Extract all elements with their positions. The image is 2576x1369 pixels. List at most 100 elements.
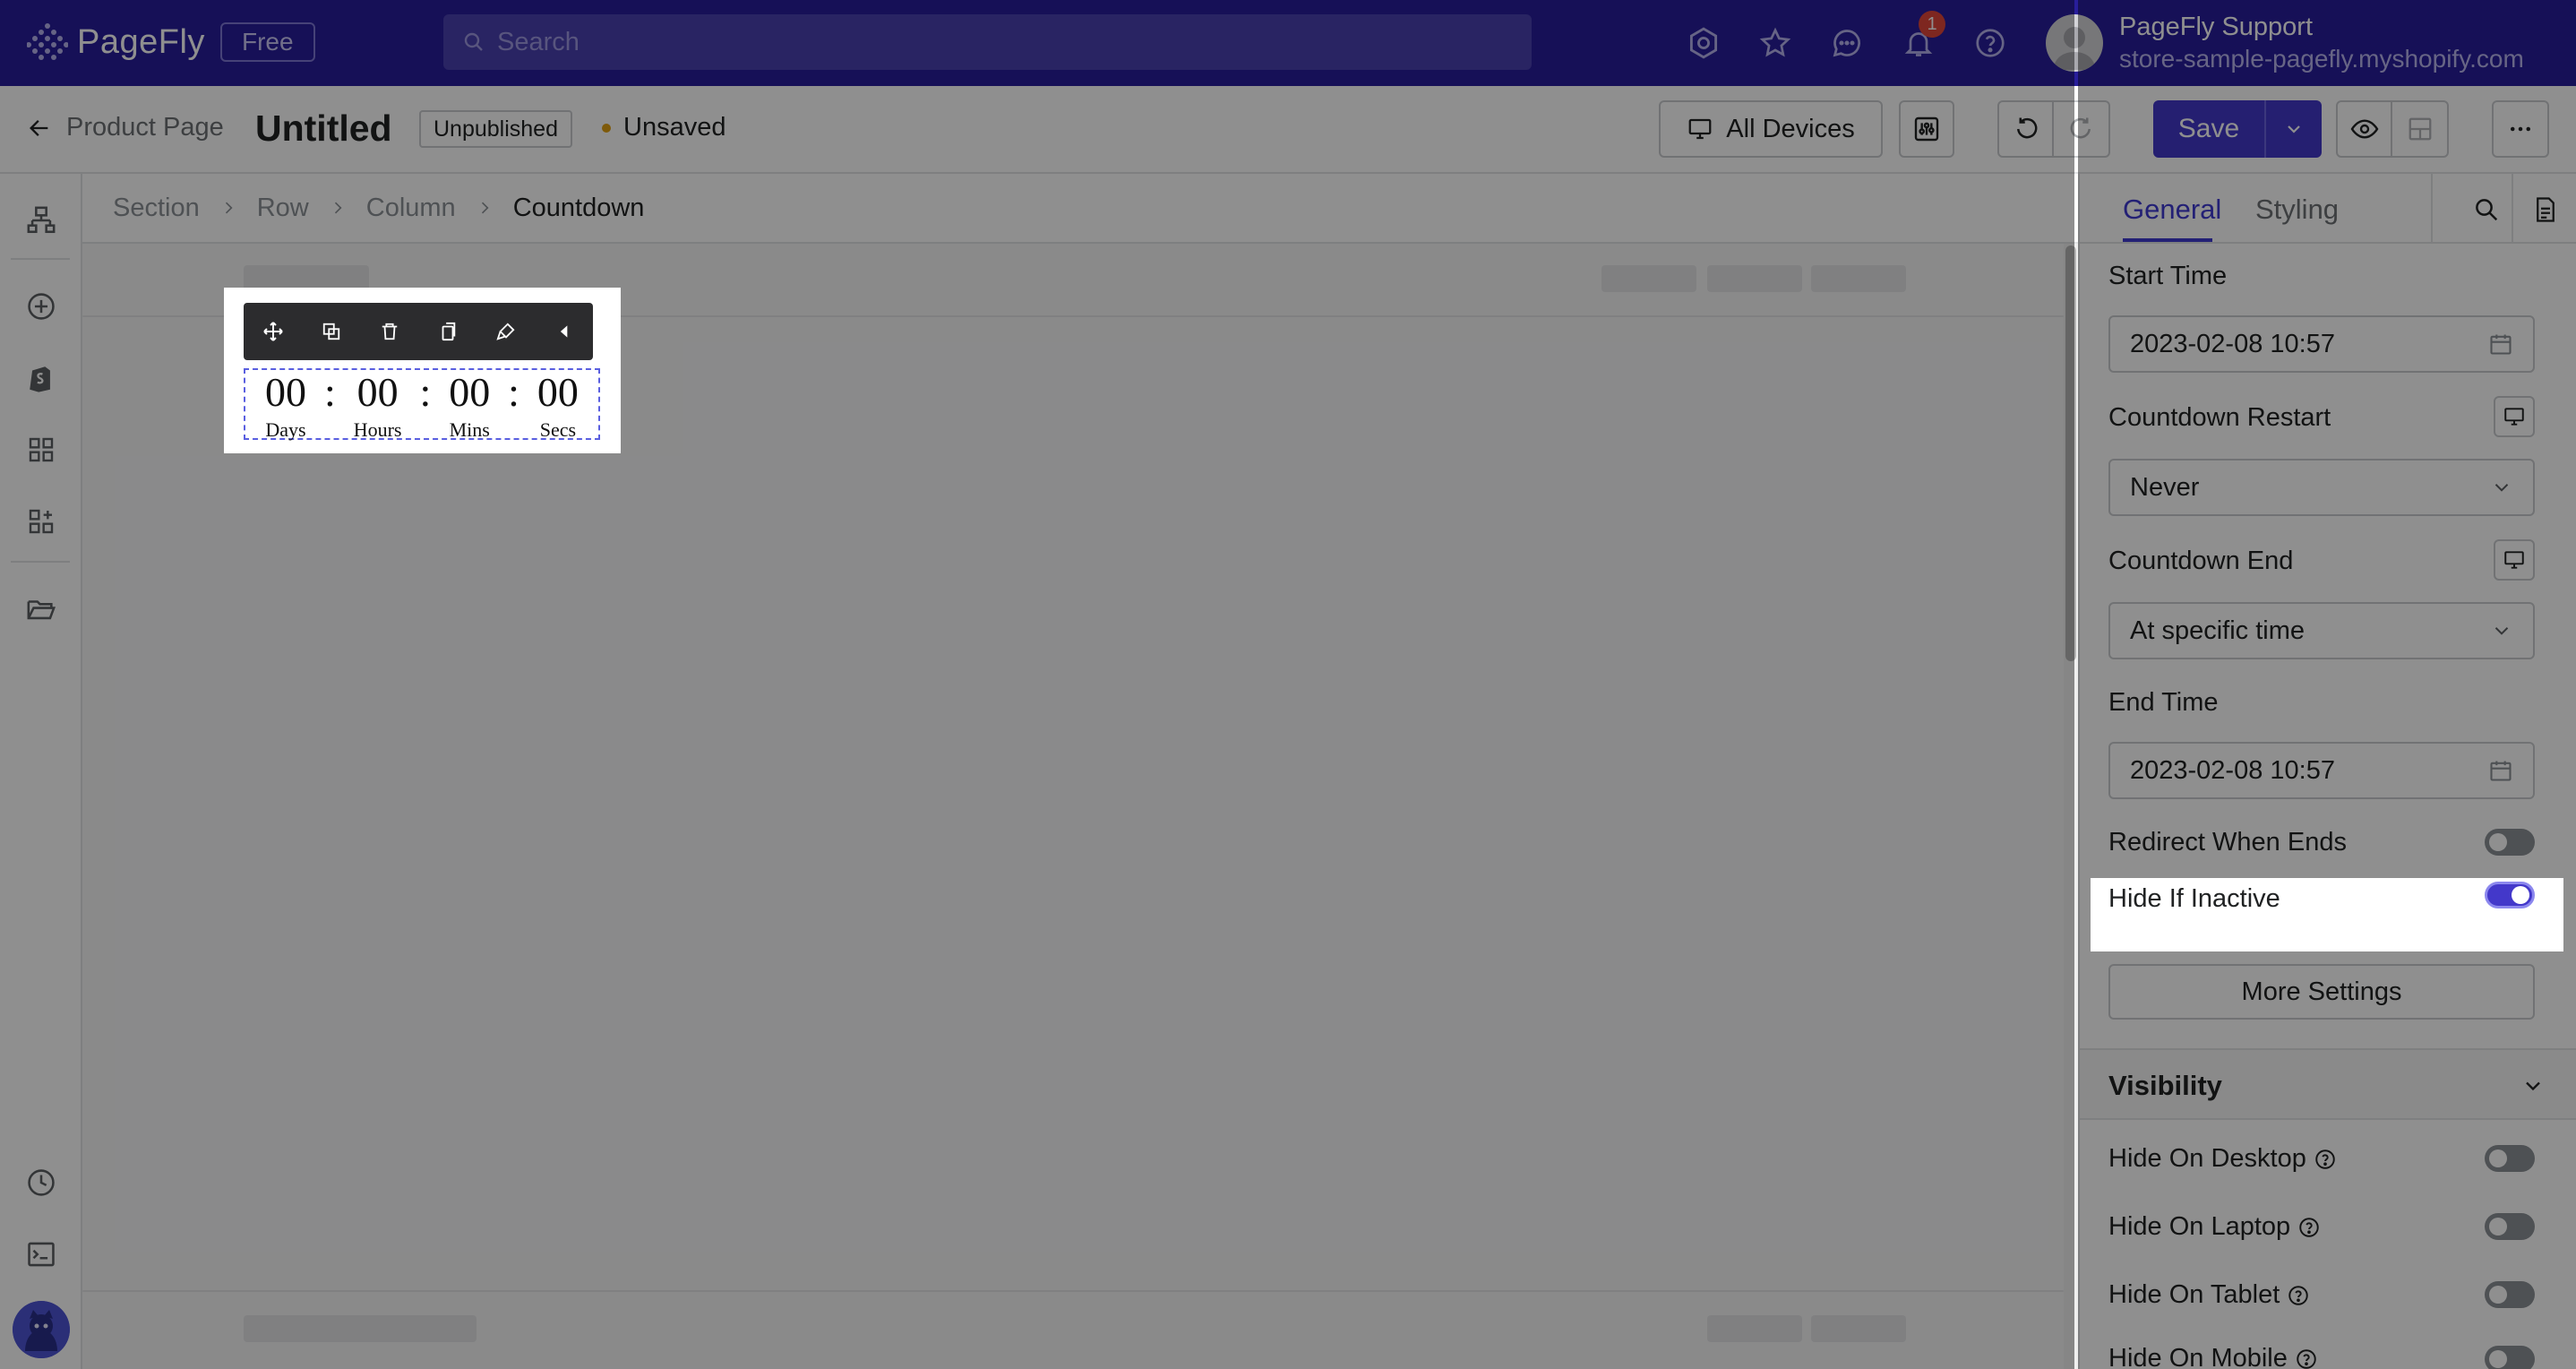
paint-icon[interactable] [477, 303, 535, 360]
user-avatar[interactable] [2046, 14, 2103, 72]
layout-icon[interactable] [2392, 116, 2447, 142]
top-bar: PageFly Free Search 1 PageFly Support st… [0, 0, 2576, 86]
caret-left-icon[interactable] [535, 303, 593, 360]
user-store: store-sample-pagefly.myshopify.com [2119, 45, 2524, 73]
device-select-button[interactable]: All Devices [1659, 100, 1883, 158]
tab-divider [2512, 174, 2513, 244]
search-icon[interactable] [2469, 192, 2504, 228]
page-settings-button[interactable] [1899, 100, 1954, 158]
element-toolbar [244, 303, 593, 360]
redirect-when-ends-toggle[interactable] [2485, 829, 2535, 856]
unsaved-dot [602, 123, 611, 133]
pagefly-logo-icon [27, 22, 68, 63]
end-device-toggle[interactable] [2494, 539, 2535, 581]
apps-icon[interactable] [23, 504, 59, 539]
plan-badge[interactable]: Free [220, 22, 315, 62]
help-icon[interactable] [2314, 1148, 2337, 1171]
breadcrumb-row[interactable]: Row [257, 194, 309, 223]
shopify-icon[interactable] [23, 360, 59, 396]
chat-icon[interactable] [1829, 25, 1865, 61]
countdown-restart-select[interactable]: Never [2108, 459, 2535, 516]
more-settings-button[interactable]: More Settings [2108, 964, 2535, 1020]
help-icon[interactable] [2297, 1216, 2321, 1239]
start-time-field[interactable]: 2023-02-08 10:57 [2108, 315, 2535, 373]
trash-icon[interactable] [360, 303, 418, 360]
countdown-timer[interactable]: 00 Days : 00 Hours : 00 Mins : 00 Secs [244, 368, 600, 442]
layers-icon[interactable] [23, 202, 59, 238]
hide-on-laptop-toggle[interactable] [2485, 1213, 2535, 1240]
countdown-separator: : [508, 369, 519, 415]
grid-icon[interactable] [23, 432, 59, 468]
countdown-mins: 00 Mins [449, 369, 491, 442]
eye-icon[interactable] [2338, 102, 2393, 156]
restart-device-toggle[interactable] [2494, 396, 2535, 437]
countdown-hours-label: Hours [353, 418, 402, 441]
hide-on-desktop-label: Hide On Desktop [2108, 1144, 2337, 1174]
back-link-label: Product Page [66, 113, 224, 142]
hide-on-mobile-toggle[interactable] [2485, 1346, 2535, 1369]
settings-icon[interactable] [1686, 25, 1722, 61]
hide-on-tablet-toggle[interactable] [2485, 1281, 2535, 1308]
breadcrumb-column[interactable]: Column [366, 194, 456, 223]
history-icon[interactable] [23, 1165, 59, 1201]
copy-icon[interactable] [418, 303, 477, 360]
inspector-body: Start Time 2023-02-08 10:57 Countdown Re… [2080, 245, 2576, 1369]
ellipsis-icon [2507, 116, 2534, 142]
calendar-icon[interactable] [2488, 758, 2513, 783]
move-icon[interactable] [244, 303, 302, 360]
star-icon[interactable] [1757, 25, 1793, 61]
pagefly-logo[interactable]: PageFly [27, 22, 205, 63]
hide-on-laptop-text: Hide On Laptop [2108, 1212, 2291, 1241]
editor-header: Product Page Untitled Unpublished Unsave… [0, 86, 2576, 174]
hide-if-inactive-label: Hide If Inactive [2108, 884, 2280, 913]
more-options-button[interactable] [2492, 100, 2549, 158]
document-icon[interactable] [2528, 192, 2563, 228]
hide-on-desktop-toggle[interactable] [2485, 1145, 2535, 1172]
calendar-icon[interactable] [2488, 331, 2513, 357]
hide-on-tablet-text: Hide On Tablet [2108, 1280, 2280, 1309]
undo-redo-group [1997, 100, 2110, 158]
countdown-days-value: 00 [264, 369, 306, 415]
save-state-label: Unsaved [623, 113, 726, 142]
canvas-scrollbar-thumb[interactable] [2065, 245, 2076, 661]
code-editor-icon[interactable] [23, 1236, 59, 1272]
save-button[interactable]: Save [2153, 100, 2322, 158]
redo-icon[interactable] [2054, 116, 2108, 142]
page-title[interactable]: Untitled [255, 108, 392, 150]
countdown-mins-label: Mins [449, 418, 490, 441]
duplicate-icon[interactable] [302, 303, 360, 360]
folder-icon[interactable] [23, 591, 59, 627]
monitor-icon [1687, 116, 1713, 142]
breadcrumb-section[interactable]: Section [113, 194, 200, 223]
end-time-value: 2023-02-08 10:57 [2130, 755, 2335, 785]
help-icon[interactable] [2295, 1347, 2318, 1369]
monitor-icon [2503, 548, 2526, 572]
tab-styling[interactable]: Styling [2255, 194, 2339, 226]
countdown-secs-value: 00 [537, 369, 579, 415]
hide-if-inactive-toggle[interactable] [2485, 882, 2535, 908]
countdown-end-value: At specific time [2130, 616, 2305, 645]
mascot-avatar[interactable] [13, 1301, 70, 1358]
arrow-left-icon [27, 116, 52, 141]
add-element-icon[interactable] [23, 288, 59, 324]
help-icon[interactable] [1972, 25, 2008, 61]
countdown-restart-value: Never [2130, 472, 2200, 502]
preview-group [2336, 100, 2449, 158]
countdown-end-label: Countdown End [2108, 547, 2294, 575]
undo-icon[interactable] [1999, 102, 2055, 156]
user-name[interactable]: PageFly Support [2119, 13, 2313, 42]
tab-general[interactable]: General [2123, 194, 2221, 226]
back-link[interactable]: Product Page [27, 113, 224, 142]
visibility-section-header[interactable]: Visibility [2080, 1048, 2576, 1120]
countdown-mins-value: 00 [449, 369, 491, 415]
countdown-hours: 00 Hours [354, 370, 402, 442]
end-time-field[interactable]: 2023-02-08 10:57 [2108, 742, 2535, 799]
countdown-end-select[interactable]: At specific time [2108, 602, 2535, 659]
chevron-down-icon[interactable] [2266, 118, 2322, 140]
hide-on-desktop-text: Hide On Desktop [2108, 1144, 2306, 1173]
help-icon[interactable] [2287, 1284, 2310, 1307]
visibility-title: Visibility [2108, 1070, 2222, 1101]
chevron-down-icon [2490, 619, 2513, 642]
chevron-right-icon [329, 199, 347, 217]
search-input[interactable]: Search [443, 14, 1532, 70]
